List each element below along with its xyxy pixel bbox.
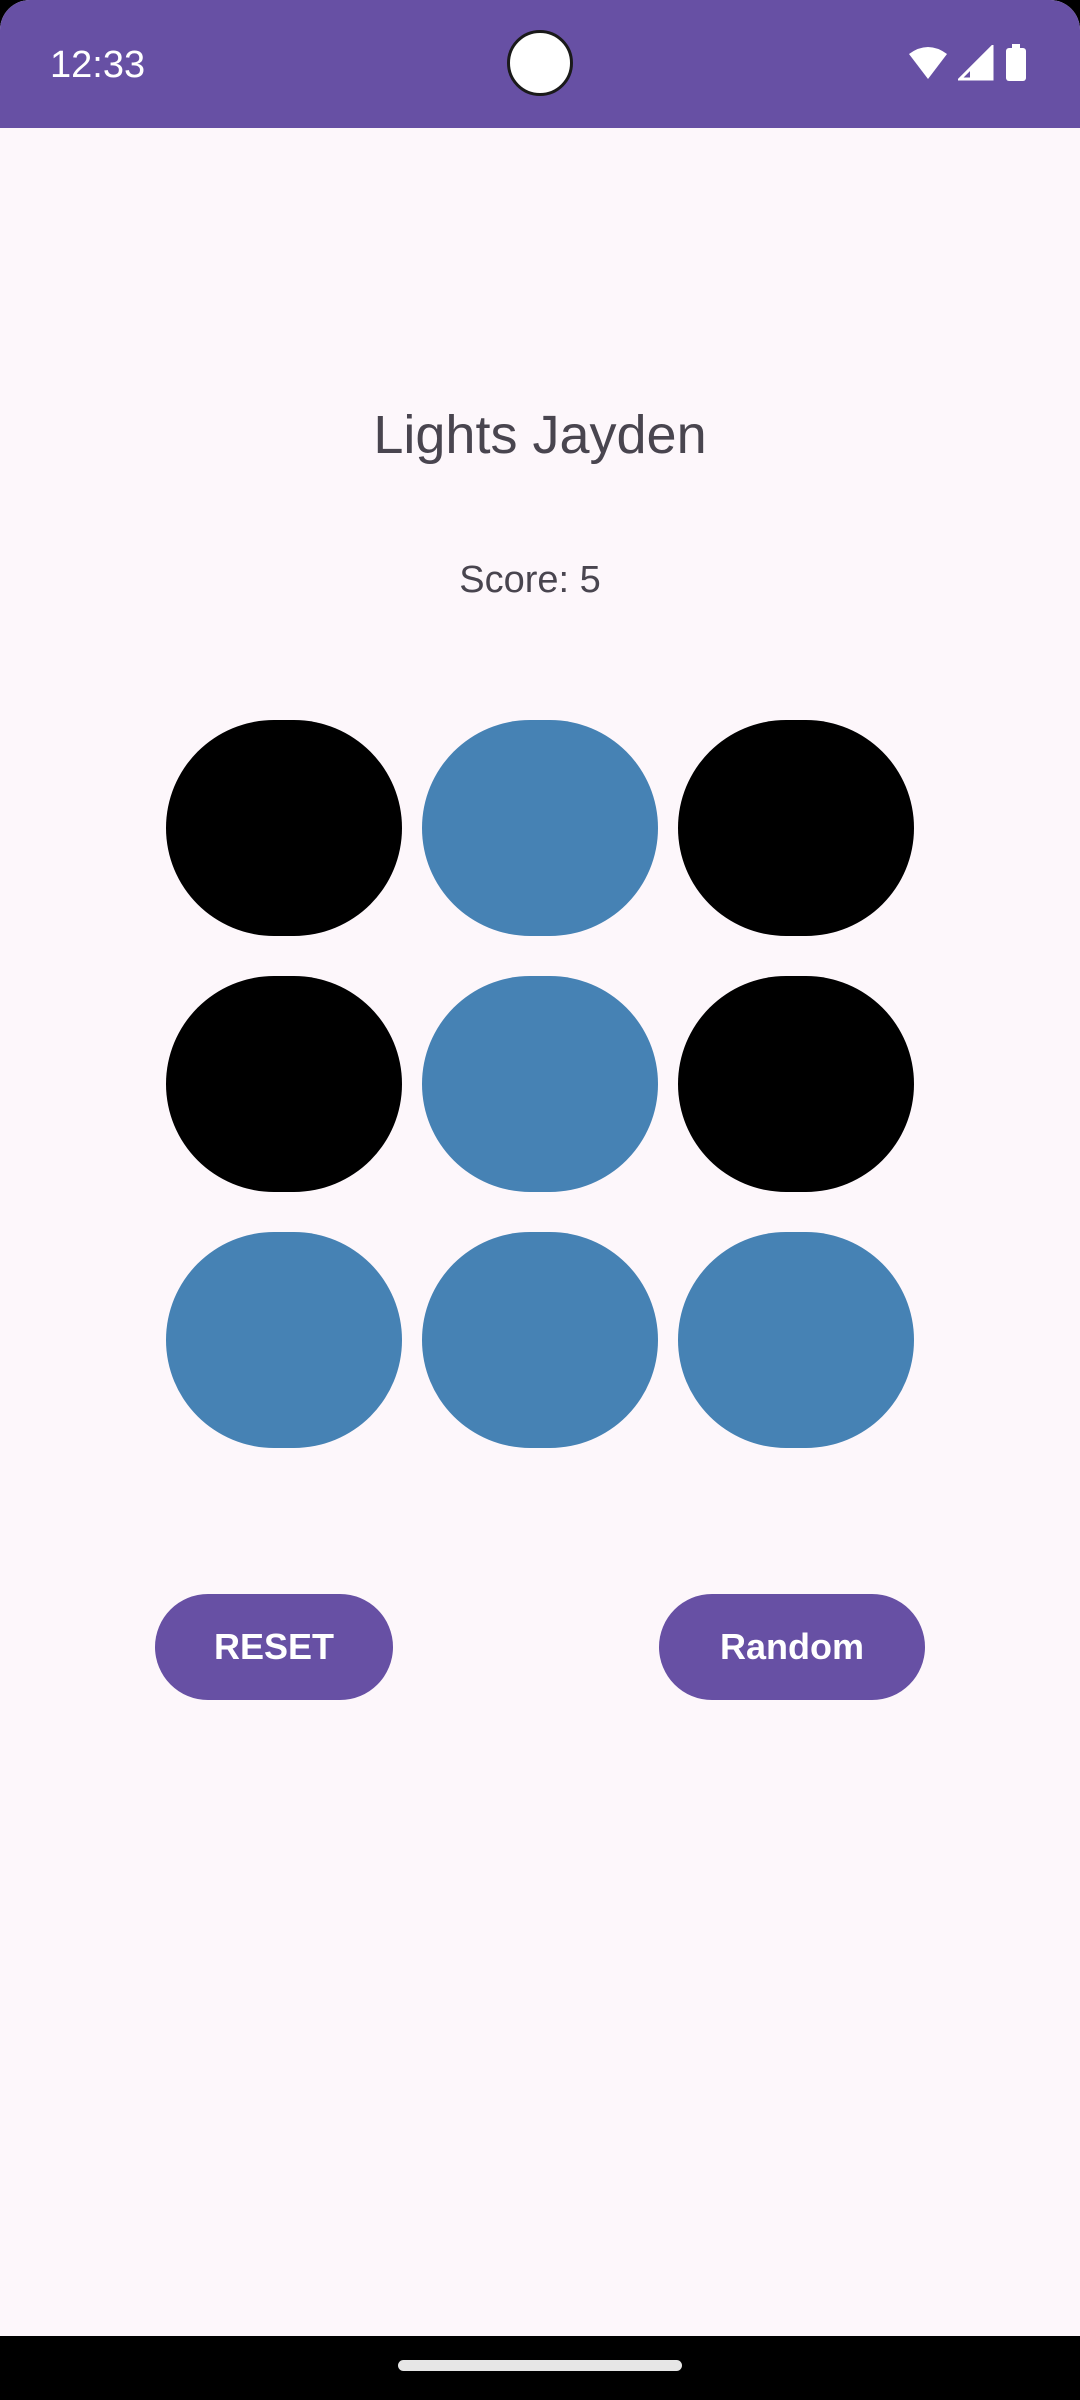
status-bar: 12:33 xyxy=(0,0,1080,128)
status-icons xyxy=(908,43,1028,87)
navigation-bar xyxy=(0,2336,1080,2400)
lights-grid xyxy=(166,720,915,1448)
status-time: 12:33 xyxy=(50,44,146,86)
reset-button[interactable]: RESET xyxy=(155,1594,393,1700)
light-cell-r2-c3[interactable] xyxy=(678,976,914,1192)
camera-cutout xyxy=(507,30,573,96)
random-button[interactable]: Random xyxy=(659,1594,925,1700)
battery-icon xyxy=(1004,44,1028,87)
light-cell-r1-c2[interactable] xyxy=(422,720,658,936)
light-cell-r3-c3[interactable] xyxy=(678,1232,914,1448)
wifi-icon xyxy=(908,45,948,86)
light-cell-r2-c1[interactable] xyxy=(166,976,402,1192)
light-cell-r1-c1[interactable] xyxy=(166,720,402,936)
app-title: Lights Jayden xyxy=(373,405,707,465)
signal-icon xyxy=(956,43,994,86)
light-cell-r3-c1[interactable] xyxy=(166,1232,402,1448)
light-cell-r1-c3[interactable] xyxy=(678,720,914,936)
home-handle[interactable] xyxy=(398,2360,682,2371)
light-cell-r2-c2[interactable] xyxy=(422,976,658,1192)
light-cell-r3-c2[interactable] xyxy=(422,1232,658,1448)
app-screen: 12:33 Lights Jayden Score: 5 RESET Rando… xyxy=(0,0,1080,2400)
score-label: Score: 5 xyxy=(459,559,601,601)
